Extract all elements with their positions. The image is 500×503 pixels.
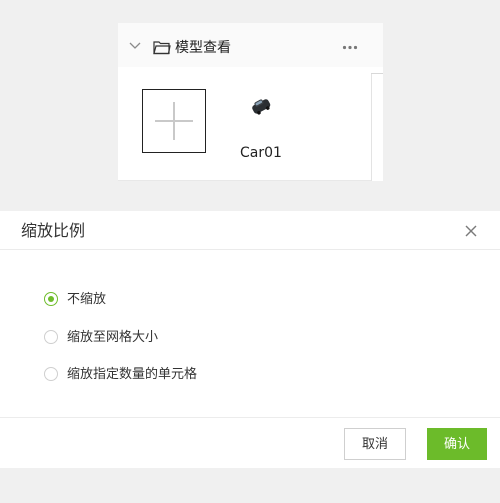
dialog-header: 缩放比例 [0,211,500,250]
confirm-button[interactable]: 确认 [427,428,487,460]
close-icon[interactable] [463,223,479,239]
add-model-button[interactable] [142,89,206,153]
panel-divider-tick [371,73,383,74]
plus-icon [155,102,193,140]
more-dots-icon[interactable] [342,45,358,50]
chevron-down-icon[interactable] [129,42,141,50]
panel-bottom-divider [118,180,371,181]
radio-button[interactable] [44,367,58,381]
panel-title: 模型查看 [175,40,231,56]
radio-option-label: 缩放至网格大小 [67,330,159,345]
radio-button[interactable] [44,292,58,306]
radio-option-label: 缩放指定数量的单元格 [67,367,198,382]
panel-header[interactable]: 模型查看 [118,23,383,67]
cancel-button[interactable]: 取消 [344,428,406,460]
model-panel: 模型查看 Car01 [118,23,383,181]
model-item[interactable]: Car01 [230,89,292,163]
scale-dialog: 缩放比例 不缩放 缩放至网格大小 缩放指定数量的单元格 取消 确认 [0,211,500,468]
radio-button[interactable] [44,330,58,344]
radio-option-label: 不缩放 [67,292,107,307]
model-label: Car01 [240,145,282,161]
car-model-icon [252,99,271,115]
dialog-title: 缩放比例 [21,221,86,240]
footer-divider [0,417,500,418]
panel-divider [371,73,372,181]
folder-icon [153,41,171,55]
